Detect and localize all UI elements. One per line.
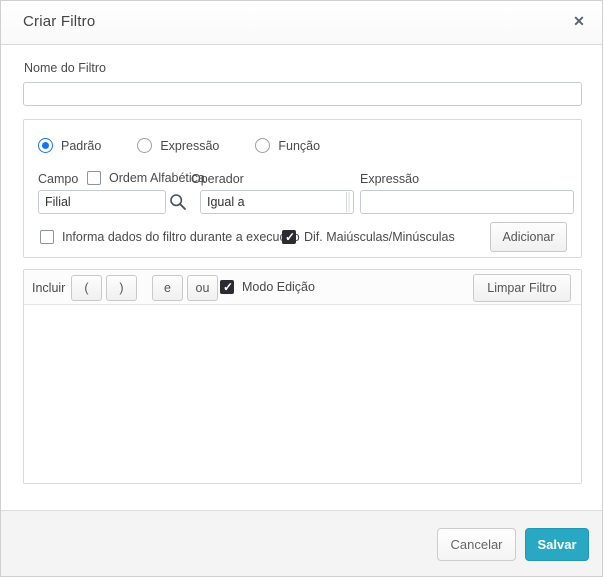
cancel-button[interactable]: Cancelar <box>437 528 516 561</box>
radio-funcao[interactable]: Função <box>255 138 320 153</box>
filter-expression-area[interactable] <box>24 306 581 483</box>
dialog-footer: Cancelar Salvar <box>1 510 602 576</box>
campo-label: Campo <box>38 172 78 186</box>
dialog-header: Criar Filtro ✕ <box>1 1 602 45</box>
limpar-filtro-button[interactable]: Limpar Filtro <box>473 274 571 302</box>
filter-name-label: Nome do Filtro <box>24 61 106 75</box>
or-button[interactable]: ou <box>187 275 218 301</box>
modo-edicao-checkbox[interactable]: ✓ Modo Edição <box>220 280 315 294</box>
close-paren-button[interactable]: ) <box>106 275 137 301</box>
checkbox-unchecked-icon: ✓ <box>87 171 101 185</box>
token-button-group: ( ) e ou <box>71 275 222 301</box>
filter-type-radio-group: Padrão Expressão Função <box>38 138 356 153</box>
and-button[interactable]: e <box>152 275 183 301</box>
checkbox-unchecked-icon: ✓ <box>40 230 54 244</box>
builder-toolbar: Incluir ( ) e ou ✓ Modo Edição Limpar Fi… <box>24 270 581 305</box>
expressao-input[interactable] <box>360 190 574 214</box>
radio-unselected-icon <box>255 138 270 153</box>
save-button[interactable]: Salvar <box>525 528 589 561</box>
checkbox-checked-icon: ✓ <box>220 280 234 294</box>
informa-dados-label: Informa dados do filtro durante a execuç… <box>62 230 300 244</box>
filter-name-input[interactable] <box>23 82 582 106</box>
criteria-section: Padrão Expressão Função Campo ✓ Ordem Al… <box>23 119 582 258</box>
radio-funcao-label: Função <box>278 139 320 153</box>
builder-section: Incluir ( ) e ou ✓ Modo Edição Limpar Fi… <box>23 269 582 484</box>
dialog-title: Criar Filtro <box>23 13 95 30</box>
radio-padrao-label: Padrão <box>61 139 101 153</box>
expressao-label: Expressão <box>360 172 419 186</box>
informa-dados-checkbox[interactable]: ✓ Informa dados do filtro durante a exec… <box>40 230 300 244</box>
open-paren-button[interactable]: ( <box>71 275 102 301</box>
radio-selected-icon <box>38 138 53 153</box>
radio-padrao[interactable]: Padrão <box>38 138 101 153</box>
radio-unselected-icon <box>137 138 152 153</box>
ordem-alfabetica-checkbox[interactable]: ✓ Ordem Alfabética <box>87 171 205 185</box>
checkbox-checked-icon: ✓ <box>282 230 296 244</box>
dif-maiusculas-checkbox[interactable]: ✓ Dif. Maiúsculas/Minúsculas <box>282 230 455 244</box>
adicionar-button[interactable]: Adicionar <box>490 222 567 252</box>
select-scrollbar-line <box>346 192 347 212</box>
create-filter-dialog: Criar Filtro ✕ Nome do Filtro Padrão Exp… <box>0 0 603 577</box>
incluir-label: Incluir <box>32 281 65 295</box>
close-icon[interactable]: ✕ <box>569 11 589 31</box>
dif-maiusculas-label: Dif. Maiúsculas/Minúsculas <box>304 230 455 244</box>
select-scrollbar <box>348 192 350 212</box>
campo-lookup-button[interactable] <box>167 192 189 214</box>
radio-expressao[interactable]: Expressão <box>137 138 219 153</box>
campo-input[interactable] <box>38 190 166 214</box>
modo-edicao-label: Modo Edição <box>242 280 315 294</box>
radio-expressao-label: Expressão <box>160 139 219 153</box>
search-icon <box>169 193 187 211</box>
operador-select[interactable]: Igual a <box>200 190 354 214</box>
operador-label: Operador <box>191 172 244 186</box>
operador-selected-value: Igual a <box>207 195 245 209</box>
